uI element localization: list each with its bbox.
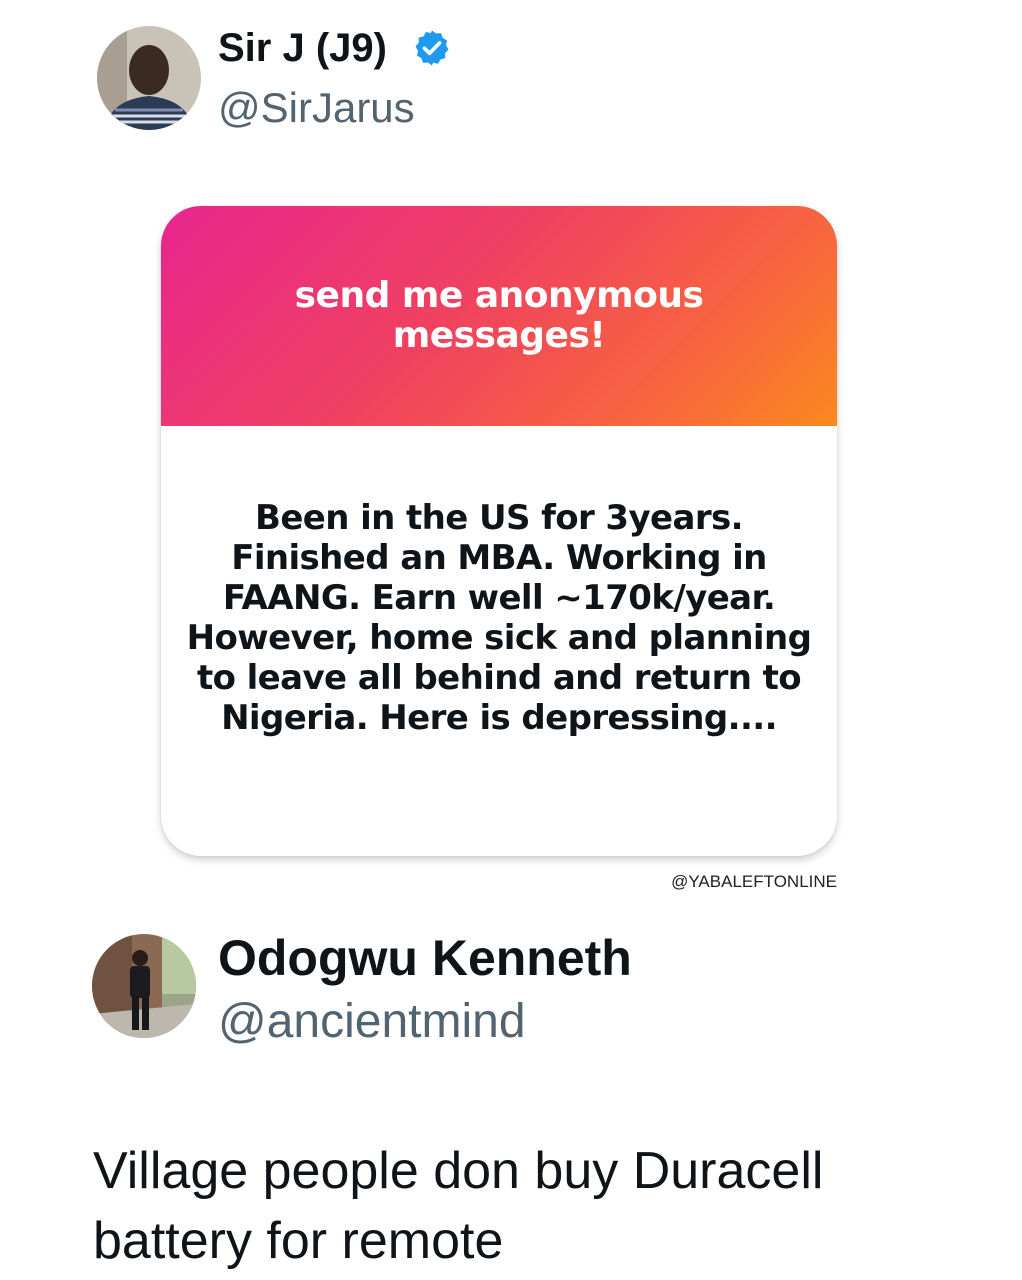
avatar-sir-j[interactable] bbox=[97, 26, 201, 130]
reply-author-name[interactable]: Odogwu Kenneth bbox=[218, 930, 632, 986]
author-name[interactable]: Sir J (J9) bbox=[218, 24, 387, 72]
profile-photo-icon bbox=[97, 26, 201, 130]
card-message: Been in the US for 3years. Finished an M… bbox=[186, 498, 812, 738]
author-handle[interactable]: @SirJarus bbox=[218, 84, 415, 132]
reply-tweet-text: Village people don buy Duracell battery … bbox=[93, 1142, 824, 1270]
card-header: send me anonymous messages! bbox=[161, 206, 837, 426]
avatar-odogwu-kenneth[interactable] bbox=[92, 934, 196, 1038]
anonymous-message-card: send me anonymous messages! Been in the … bbox=[161, 206, 837, 856]
watermark: @YABALEFTONLINE bbox=[671, 872, 837, 891]
profile-photo-icon bbox=[92, 934, 196, 1038]
reply-author-handle[interactable]: @ancientmind bbox=[218, 994, 526, 1050]
card-title: send me anonymous messages! bbox=[294, 275, 704, 356]
verified-badge-icon bbox=[415, 30, 449, 66]
